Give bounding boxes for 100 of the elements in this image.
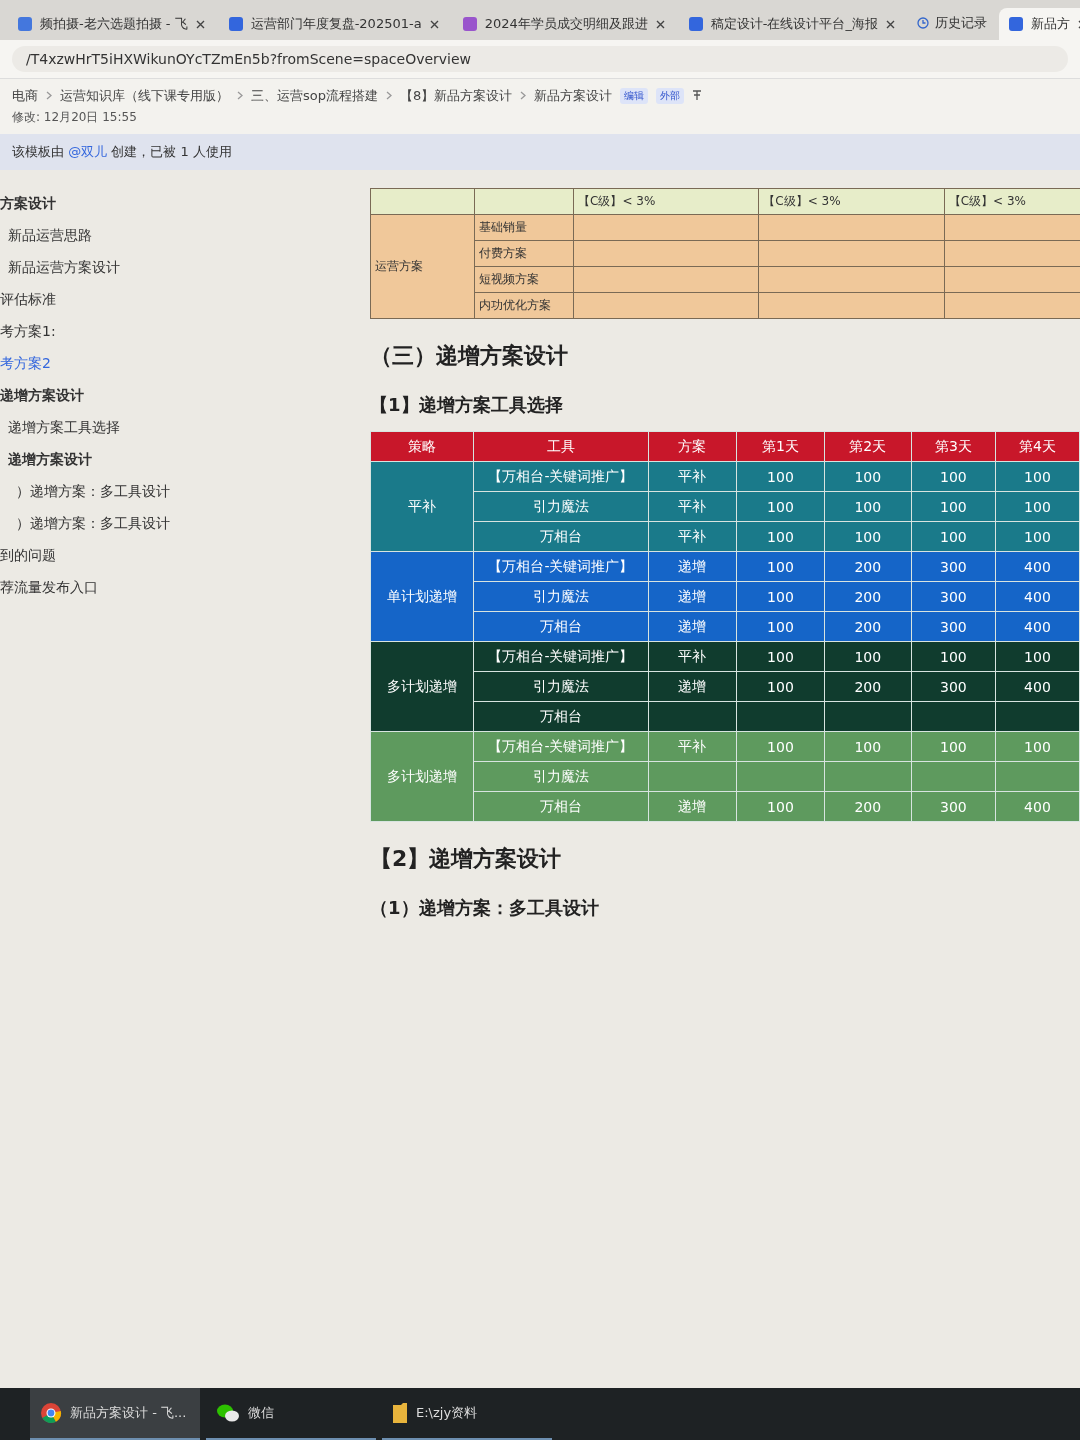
table-cell: 100: [995, 491, 1080, 522]
template-notice: 该模板由 @双儿 创建，已被 1 人使用: [0, 134, 1080, 170]
table-cell: 万相台: [473, 791, 649, 822]
document-icon: [1008, 17, 1023, 31]
table-cell: 100: [736, 551, 825, 582]
table-cell: 100: [736, 611, 825, 642]
taskbar-item[interactable]: E:\zjy资料: [382, 1388, 552, 1440]
outline-item[interactable]: 方案设计: [0, 188, 330, 220]
section-heading: 【2】递增方案设计: [370, 846, 562, 871]
table-cell: 万相台: [473, 611, 649, 642]
table-cell: 400: [995, 671, 1080, 702]
outline-item[interactable]: 新品运营方案设计: [0, 252, 330, 284]
table-cell: 内功优化方案: [474, 292, 574, 319]
table-cell: 引力魔法: [473, 671, 649, 702]
table-cell: 100: [736, 641, 825, 672]
browser-tab[interactable]: 稿定设计-在线设计平台_海报: [678, 8, 905, 40]
table-cell: 【万相台-关键词推广】: [473, 461, 649, 492]
table-cell: 万相台: [473, 701, 649, 732]
table-cell: 100: [911, 461, 996, 492]
table-cell: 400: [995, 791, 1080, 822]
outline-item[interactable]: 考方案1:: [0, 316, 330, 348]
table-cell: 100: [995, 731, 1080, 762]
table-cell: 200: [824, 791, 912, 822]
table-cell: 100: [911, 491, 996, 522]
table-cell: 递增: [648, 581, 737, 612]
outline-item[interactable]: 递增方案设计: [0, 444, 330, 476]
table-cell: 100: [736, 491, 825, 522]
outline-item[interactable]: 递增方案设计: [0, 380, 330, 412]
browser-tab[interactable]: 频拍摄-老六选题拍摄 - 飞: [8, 8, 215, 40]
table-cell: 100: [736, 671, 825, 702]
table-header-cell: 【C级】< 3%: [944, 188, 1080, 215]
table-cell: 300: [911, 611, 996, 642]
outline-item[interactable]: 考方案2: [0, 348, 330, 380]
browser-icon: [40, 1402, 62, 1424]
table-cell: 100: [824, 461, 912, 492]
taskbar-item[interactable]: 微信: [206, 1388, 376, 1440]
table-cell: 运营方案: [370, 214, 475, 319]
table-cell: 平补: [648, 491, 737, 522]
table-cell: 【万相台-关键词推广】: [473, 731, 649, 762]
table-cell: 100: [736, 791, 825, 822]
browser-tab[interactable]: 运营部门年度复盘-202501-a: [218, 8, 449, 40]
modified-time: 修改: 12月20日 15:55: [12, 109, 138, 126]
table-cell: 300: [911, 671, 996, 702]
table-cell: 100: [995, 641, 1080, 672]
outline-item[interactable]: 到的问题: [0, 540, 330, 572]
document-icon: [228, 17, 243, 31]
strategy-cell: 多计划递增: [370, 641, 474, 732]
table-cell: 【万相台-关键词推广】: [473, 551, 649, 582]
table-cell: 200: [824, 611, 912, 642]
table-cell: 100: [736, 521, 825, 552]
table-cell: 200: [824, 551, 912, 582]
chat-bubbles-icon: [216, 1403, 240, 1423]
table-header-cell: 【C级】< 3%: [573, 188, 759, 215]
table-cell: 100: [736, 581, 825, 612]
table-cell: 引力魔法: [473, 581, 649, 612]
column-header: 第1天: [736, 431, 825, 462]
table-cell: 200: [824, 581, 912, 612]
breadcrumb-link[interactable]: 运营知识库（线下课专用版）: [60, 87, 229, 105]
column-header: 策略: [370, 431, 474, 462]
table-cell: 平补: [648, 521, 737, 552]
table-cell: 100: [995, 461, 1080, 492]
table-cell: 100: [824, 521, 912, 552]
outline-item[interactable]: ）递增方案：多工具设计: [0, 476, 330, 508]
outline-item[interactable]: ）递增方案：多工具设计: [0, 508, 330, 540]
strategy-cell: 多计划递增: [370, 731, 474, 822]
table-cell: 递增: [648, 611, 737, 642]
table-cell: 递增: [648, 671, 737, 702]
table-cell: 递增: [648, 551, 737, 582]
breadcrumb-link[interactable]: 新品方案设计: [534, 87, 613, 105]
table-cell: 【万相台-关键词推广】: [473, 641, 649, 672]
table-cell: 100: [824, 731, 912, 762]
browser-tab[interactable]: 2024年学员成交明细及跟进: [452, 8, 675, 40]
table-cell: 平补: [648, 731, 737, 762]
strategy-cell: 平补: [370, 461, 474, 552]
column-header: 第3天: [911, 431, 996, 462]
outline-item[interactable]: 递增方案工具选择: [0, 412, 330, 444]
table-cell: 基础销量: [474, 214, 574, 241]
table-cell: 100: [911, 641, 996, 672]
table-cell: 100: [824, 491, 912, 522]
document-icon: [688, 17, 703, 31]
column-header: 方案: [648, 431, 737, 462]
outline-item[interactable]: 评估标准: [0, 284, 330, 316]
address-bar[interactable]: /T4xzwHrT5iHXWikunOYcTZmEn5b?fromScene=spaceOverview: [12, 46, 1068, 72]
document-icon: [462, 17, 477, 31]
table-cell: 400: [995, 581, 1080, 612]
table-cell: 递增: [648, 791, 737, 822]
browser-tab[interactable]: 新品方: [998, 8, 1080, 40]
outline-item[interactable]: 新品运营思路: [0, 220, 330, 252]
history-bookmark[interactable]: 历史记录: [908, 14, 995, 40]
column-header: 第2天: [824, 431, 912, 462]
table-cell: 100: [995, 521, 1080, 552]
taskbar-item[interactable]: 新品方案设计 - 飞...: [30, 1388, 200, 1440]
outline-item[interactable]: 荐流量发布入口: [0, 572, 330, 604]
column-header: 第4天: [995, 431, 1080, 462]
breadcrumb-link[interactable]: 电商: [12, 87, 38, 105]
breadcrumb-link[interactable]: 【8】新品方案设计: [400, 87, 513, 105]
section-heading: 【1】递增方案工具选择: [370, 394, 563, 415]
breadcrumb-link[interactable]: 三、运营sop流程搭建: [251, 87, 378, 105]
table-cell: 400: [995, 551, 1080, 582]
doc-tag: 编辑: [620, 88, 649, 104]
